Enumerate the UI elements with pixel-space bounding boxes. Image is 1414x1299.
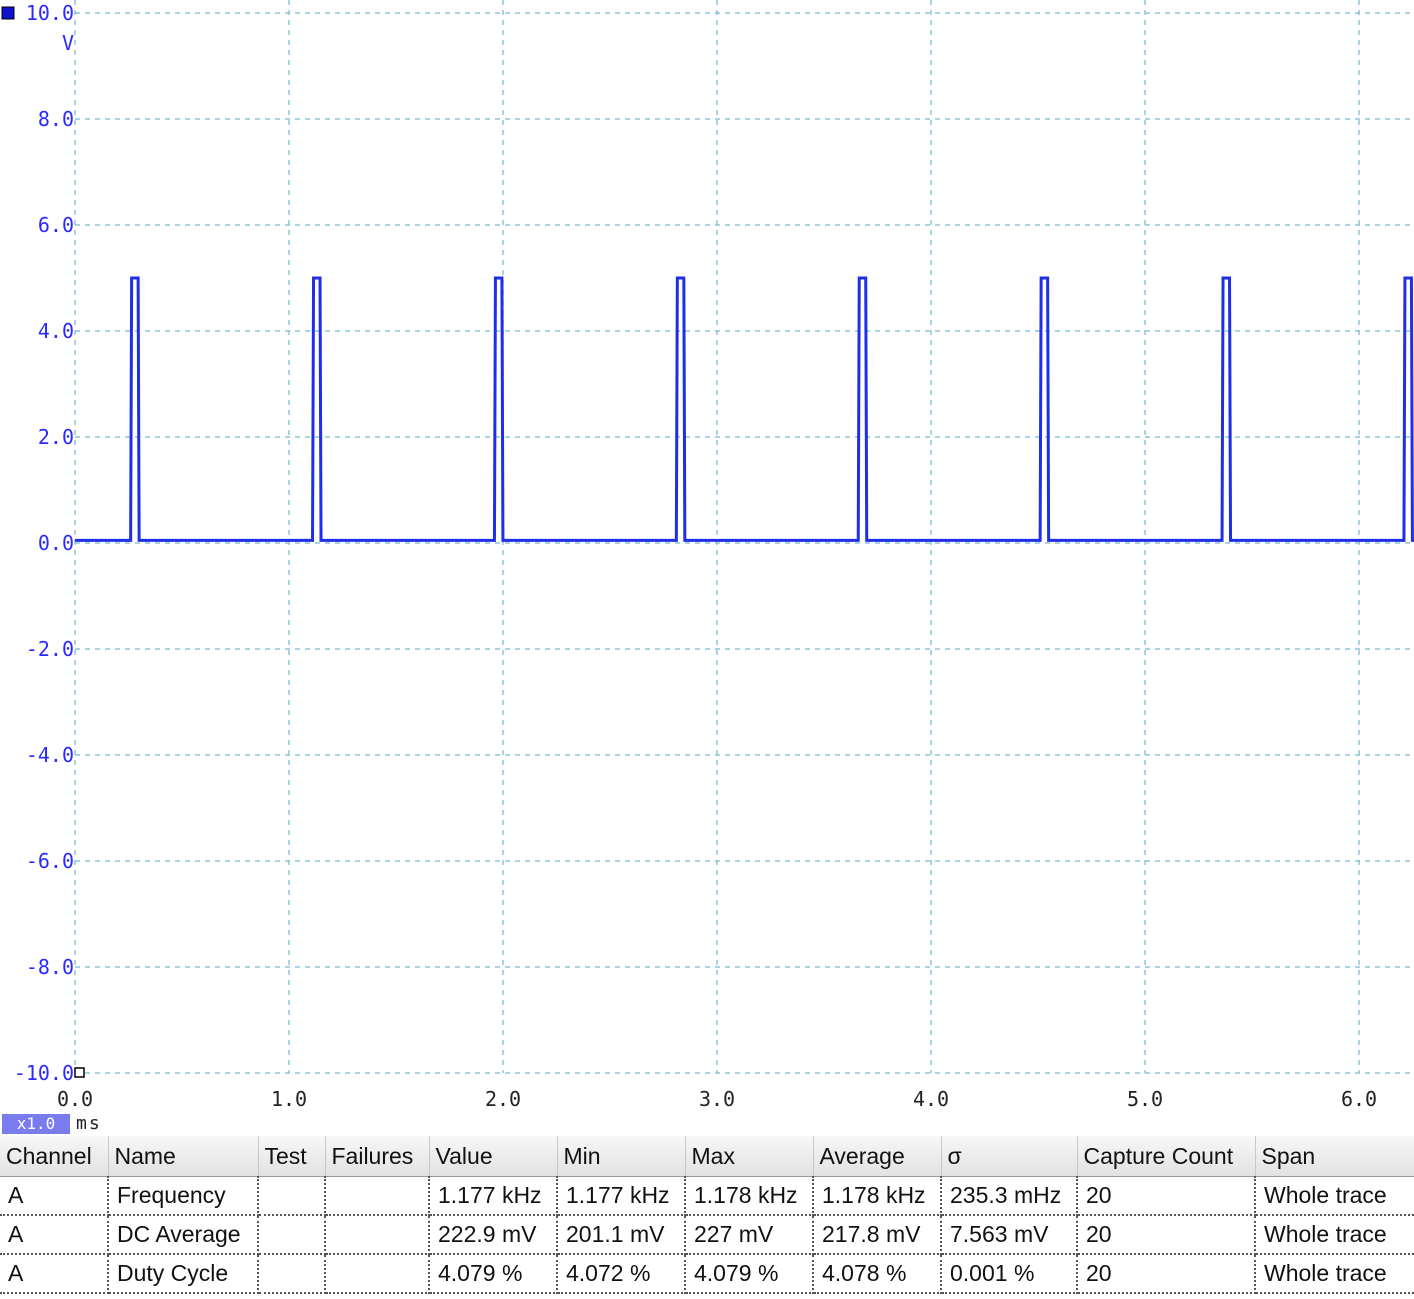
cell-min: 201.1 mV <box>557 1215 686 1255</box>
cell-failures <box>325 1215 430 1255</box>
cell-channel: A <box>0 1254 109 1294</box>
cell-span: Whole trace <box>1255 1176 1414 1216</box>
cell-capture-count: 20 <box>1077 1176 1256 1216</box>
cell-sigma: 0.001 % <box>941 1254 1078 1294</box>
cell-value: 1.177 kHz <box>429 1176 558 1216</box>
y-axis-ticks: 10.0 8.0 6.0 4.0 2.0 0.0 -2.0 -4.0 -6.0 -8.0 -10.0 <box>14 1 74 1085</box>
x-tick-label: 0.0 <box>57 1087 93 1111</box>
measurements-table: Channel Name Test Failures Value Min Max… <box>0 1136 1414 1294</box>
column-header-capture-count[interactable]: Capture Count <box>1077 1136 1256 1177</box>
y-tick-label: -4.0 <box>26 743 74 767</box>
y-tick-label: -8.0 <box>26 955 74 979</box>
column-header-failures[interactable]: Failures <box>325 1136 430 1177</box>
cell-value: 4.079 % <box>429 1254 558 1294</box>
y-tick-label: 0.0 <box>38 531 74 555</box>
cell-test <box>258 1254 326 1294</box>
cell-name: Duty Cycle <box>108 1254 259 1294</box>
cell-sigma: 235.3 mHz <box>941 1176 1078 1216</box>
cell-span: Whole trace <box>1255 1215 1414 1255</box>
grid <box>74 0 1414 1074</box>
column-header-sigma[interactable]: σ <box>941 1136 1078 1177</box>
cell-name: DC Average <box>108 1215 259 1255</box>
cell-sigma: 7.563 mV <box>941 1215 1078 1255</box>
oscilloscope-view[interactable]: 10.0 8.0 6.0 4.0 2.0 0.0 -2.0 -4.0 -6.0 -8.0 -10.0… <box>0 0 1414 1136</box>
x-tick-label: 1.0 <box>271 1087 307 1111</box>
cell-min: 1.177 kHz <box>557 1176 686 1216</box>
cell-max: 4.079 % <box>685 1254 814 1294</box>
cell-failures <box>325 1254 430 1294</box>
measurement-row-frequency[interactable]: A Frequency 1.177 kHz 1.177 kHz 1.178 kH… <box>0 1176 1414 1216</box>
origin-marker-icon[interactable] <box>74 1067 85 1078</box>
cell-value: 222.9 mV <box>429 1215 558 1255</box>
cell-channel: A <box>0 1215 109 1255</box>
column-header-span[interactable]: Span <box>1255 1136 1414 1177</box>
x-tick-label: 3.0 <box>699 1087 735 1111</box>
cell-max: 227 mV <box>685 1215 814 1255</box>
measurement-row-duty-cycle[interactable]: A Duty Cycle 4.079 % 4.072 % 4.079 % 4.0… <box>0 1254 1414 1294</box>
measurement-row-dc-average[interactable]: A DC Average 222.9 mV 201.1 mV 227 mV 21… <box>0 1215 1414 1255</box>
x-tick-label: 4.0 <box>913 1087 949 1111</box>
column-header-min[interactable]: Min <box>557 1136 686 1177</box>
cell-capture-count: 20 <box>1077 1215 1256 1255</box>
cell-average: 217.8 mV <box>813 1215 942 1255</box>
y-tick-label: 6.0 <box>38 213 74 237</box>
cell-test <box>258 1176 326 1216</box>
channel-a-marker-icon[interactable] <box>1 6 15 20</box>
y-tick-label: 8.0 <box>38 107 74 131</box>
y-tick-label: -2.0 <box>26 637 74 661</box>
y-tick-label: 2.0 <box>38 425 74 449</box>
y-tick-label: 10.0 <box>26 1 74 25</box>
cell-failures <box>325 1176 430 1216</box>
y-axis-unit: V <box>62 31 74 55</box>
column-header-channel[interactable]: Channel <box>0 1136 109 1177</box>
cell-max: 1.178 kHz <box>685 1176 814 1216</box>
y-tick-label: -6.0 <box>26 849 74 873</box>
column-header-value[interactable]: Value <box>429 1136 558 1177</box>
cell-test <box>258 1215 326 1255</box>
cell-average: 1.178 kHz <box>813 1176 942 1216</box>
x-tick-label: 6.0 <box>1341 1087 1377 1111</box>
measurements-header-row: Channel Name Test Failures Value Min Max… <box>0 1136 1414 1177</box>
channel-a-trace <box>75 276 1414 542</box>
x-axis-ticks: 0.0 1.0 2.0 3.0 4.0 5.0 6.0 <box>57 1087 1377 1111</box>
x-tick-label: 2.0 <box>485 1087 521 1111</box>
cell-min: 4.072 % <box>557 1254 686 1294</box>
column-header-test[interactable]: Test <box>258 1136 326 1177</box>
cell-capture-count: 20 <box>1077 1254 1256 1294</box>
column-header-max[interactable]: Max <box>685 1136 814 1177</box>
scope-graph[interactable]: 10.0 8.0 6.0 4.0 2.0 0.0 -2.0 -4.0 -6.0 -8.0 -10.0… <box>0 0 1414 1136</box>
cell-name: Frequency <box>108 1176 259 1216</box>
cell-channel: A <box>0 1176 109 1216</box>
column-header-name[interactable]: Name <box>108 1136 259 1177</box>
y-tick-label: -10.0 <box>14 1061 74 1085</box>
x-axis-unit: ms <box>76 1113 102 1134</box>
y-tick-label: 4.0 <box>38 319 74 343</box>
cell-average: 4.078 % <box>813 1254 942 1294</box>
column-header-average[interactable]: Average <box>813 1136 942 1177</box>
zoom-badge[interactable]: x1.0 <box>2 1114 70 1134</box>
x-tick-label: 5.0 <box>1127 1087 1163 1111</box>
cell-span: Whole trace <box>1255 1254 1414 1294</box>
